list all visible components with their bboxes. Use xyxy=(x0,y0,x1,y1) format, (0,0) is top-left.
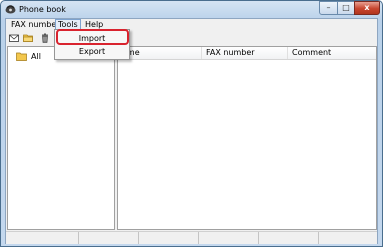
close-icon: x xyxy=(364,3,370,12)
folder-icon xyxy=(16,52,27,61)
folder-icon[interactable] xyxy=(23,33,33,43)
minimize-icon: – xyxy=(326,3,331,12)
envelope-icon[interactable] xyxy=(9,33,19,43)
minimize-button[interactable]: – xyxy=(319,1,338,15)
menu-item-export[interactable]: Export xyxy=(57,45,127,58)
title-bar[interactable]: Phone book – □ x xyxy=(1,1,382,18)
status-pane xyxy=(6,232,79,244)
window-title: Phone book xyxy=(19,5,66,14)
list-header: ame FAX number Comment xyxy=(118,47,376,60)
column-header-name[interactable]: ame xyxy=(118,47,202,59)
folder-tree[interactable]: All xyxy=(7,46,115,230)
phone-book-app-icon xyxy=(5,5,16,14)
status-bar xyxy=(6,231,377,244)
status-pane xyxy=(138,232,199,244)
column-header-comment[interactable]: Comment xyxy=(288,47,377,59)
trash-icon[interactable] xyxy=(40,33,50,43)
maximize-button[interactable]: □ xyxy=(337,1,355,15)
status-pane xyxy=(198,232,259,244)
close-button[interactable]: x xyxy=(354,1,380,15)
status-pane xyxy=(78,232,139,244)
status-pane xyxy=(258,232,319,244)
phone-book-window: Phone book – □ x FAX number Tools Help A… xyxy=(0,0,383,247)
tree-item-label: All xyxy=(31,51,41,61)
maximize-icon: □ xyxy=(342,3,350,12)
contact-list[interactable]: ame FAX number Comment xyxy=(117,46,377,230)
column-header-fax-number[interactable]: FAX number xyxy=(202,47,288,59)
tree-item-all[interactable]: All xyxy=(16,51,41,61)
import-highlight-outline xyxy=(56,29,129,45)
